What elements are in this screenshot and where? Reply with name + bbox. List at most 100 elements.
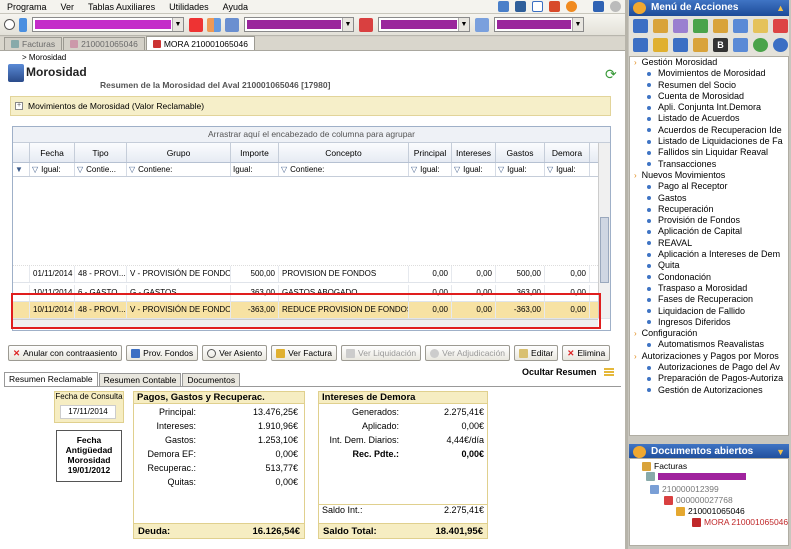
panel-action-item[interactable]: Aplicación a Intereses de Dem — [630, 249, 788, 260]
bold-b-icon[interactable]: B — [713, 38, 728, 52]
chevron-down-icon[interactable]: ▼ — [342, 18, 353, 31]
pencil-icon[interactable] — [653, 38, 668, 52]
expand-icon[interactable]: + — [15, 102, 23, 110]
collapse-icon[interactable] — [604, 368, 614, 376]
panel-section-header[interactable]: › Configuración — [630, 328, 788, 339]
tree-node-mora[interactable]: MORA 210001065046 — [692, 517, 788, 527]
filter-concepto[interactable]: ▽ Contiene: — [279, 163, 409, 176]
alert-icon[interactable] — [549, 1, 560, 12]
tree-node-210001065046[interactable]: 210001065046 — [676, 506, 745, 516]
tree-node-facturas[interactable]: Facturas — [642, 461, 687, 471]
back-icon[interactable] — [593, 1, 604, 12]
home-icon[interactable] — [633, 19, 648, 33]
mail-icon[interactable] — [532, 1, 543, 12]
fecha-consulta-field[interactable]: 17/11/2014 — [60, 405, 116, 419]
panel-action-item[interactable]: Aplicación de Capital — [630, 226, 788, 237]
panel-action-item[interactable]: Apli. Conjunta Int.Demora — [630, 102, 788, 113]
settings-icon[interactable] — [610, 1, 621, 12]
tree-node-000000027768[interactable]: 000000027768 — [664, 495, 733, 505]
ver-factura-button[interactable]: Ver Factura — [271, 345, 338, 361]
menu-programa[interactable]: Programa — [0, 2, 54, 12]
filter-principal[interactable]: ▽ Igual: — [409, 163, 452, 176]
filter-fecha[interactable]: ▽ Igual: — [30, 163, 75, 176]
panel-action-item[interactable]: Condonación — [630, 272, 788, 283]
document-icon[interactable] — [733, 19, 748, 33]
filter-demora[interactable]: ▽ Igual: — [545, 163, 590, 176]
tab-mora[interactable]: MORA 210001065046 — [145, 36, 255, 50]
panel-action-item[interactable]: Provisión de Fondos — [630, 215, 788, 226]
panel-section-header[interactable]: › Nuevos Movimientos — [630, 170, 788, 181]
panel-action-item[interactable]: Fallidos sin Liquidar Reaval — [630, 147, 788, 158]
panel-action-item[interactable]: Recuperación — [630, 204, 788, 215]
menu-utilidades[interactable]: Utilidades — [162, 2, 216, 12]
monitor-icon[interactable] — [733, 38, 748, 52]
filter-gastos[interactable]: ▽ Igual: — [496, 163, 545, 176]
panel-action-item[interactable]: Preparación de Pagos-Autoriza — [630, 373, 788, 384]
collapse-icon[interactable]: ▲ — [776, 0, 785, 16]
ver-liquidacion-button[interactable]: Ver Liquidación — [341, 345, 422, 361]
panel-action-item[interactable]: Acuerdos de Recuperacion Ide — [630, 125, 788, 136]
panel-action-item[interactable]: Autorizaciones de Pago del Av — [630, 362, 788, 373]
prov-fondos-button[interactable]: Prov. Fondos — [126, 345, 199, 361]
grid-icon[interactable] — [498, 1, 509, 12]
panel-action-item[interactable]: Traspaso a Morosidad — [630, 283, 788, 294]
chevron-down-icon[interactable]: ▼ — [458, 18, 469, 31]
palette-icon[interactable] — [207, 17, 221, 32]
search-icon[interactable] — [4, 19, 15, 30]
search-combo[interactable]: ▼ — [32, 17, 184, 32]
notes-icon[interactable] — [475, 17, 489, 32]
panel-action-item[interactable]: REAVAL — [630, 238, 788, 249]
panel-section-header[interactable]: › Autorizaciones y Pagos por Moros — [630, 351, 788, 362]
menu-tablas[interactable]: Tablas Auxiliares — [81, 2, 162, 12]
filter-importe[interactable]: Igual: — [231, 163, 279, 176]
column-importe[interactable]: Importe — [231, 143, 279, 162]
refresh-icon[interactable]: ⟳ — [605, 66, 617, 83]
panel-action-item[interactable]: Cuenta de Morosidad — [630, 91, 788, 102]
panel-action-item[interactable]: Pago al Receptor — [630, 181, 788, 192]
tab-210001065046[interactable]: 210001065046 — [63, 37, 145, 50]
tab-resumen-reclamable[interactable]: Resumen Reclamable — [4, 372, 98, 386]
column-tipo[interactable]: Tipo — [75, 143, 127, 162]
column-fecha[interactable]: Fecha — [30, 143, 75, 162]
filter-tipo[interactable]: ▽ Contie... — [75, 163, 127, 176]
note-icon[interactable] — [753, 19, 768, 33]
print-icon[interactable] — [773, 19, 788, 33]
table-row[interactable]: 01/11/2014 48 - PROVI... V - PROVISIÓN D… — [13, 266, 610, 283]
gavel-icon[interactable] — [673, 38, 688, 52]
menu-ayuda[interactable]: Ayuda — [216, 2, 255, 12]
panel-action-item[interactable]: Resumen del Socio — [630, 80, 788, 91]
panel-action-item[interactable]: Movimientos de Morosidad — [630, 68, 788, 79]
column-principal[interactable]: Principal — [409, 143, 452, 162]
ocultar-resumen-link[interactable]: Ocultar Resumen — [522, 367, 597, 377]
column-intereses[interactable]: Intereses — [452, 143, 496, 162]
filter-intereses[interactable]: ▽ Igual: — [452, 163, 496, 176]
panel-action-item[interactable]: Listado de Acuerdos — [630, 113, 788, 124]
panel-section-header[interactable]: › Gestión Morosidad — [630, 57, 788, 68]
eliminar-button[interactable]: ✕ Elimina — [562, 345, 611, 361]
group-by-area[interactable]: Arrastrar aquí el encabezado de columna … — [13, 127, 610, 143]
anular-button[interactable]: ✕ Anular con contraasiento — [8, 345, 123, 361]
filter-icon[interactable]: ▼ — [13, 163, 30, 176]
tab-documentos[interactable]: Documentos — [182, 373, 241, 386]
chevron-down-icon[interactable]: ▼ — [172, 18, 183, 31]
chart-icon[interactable] — [693, 19, 708, 33]
panel-action-item[interactable]: Transacciones — [630, 159, 788, 170]
filter-grupo[interactable]: ▽ Contiene: — [127, 163, 231, 176]
list-icon[interactable] — [633, 38, 648, 52]
chevron-down-icon[interactable]: ▼ — [572, 18, 583, 31]
editar-button[interactable]: Editar — [514, 345, 559, 361]
clock-icon[interactable] — [566, 1, 577, 12]
panel-action-item[interactable]: Fases de Recuperacion — [630, 294, 788, 305]
ver-asiento-button[interactable]: Ver Asiento — [202, 345, 268, 361]
folder-icon[interactable] — [713, 19, 728, 33]
tree-node-redacted[interactable] — [646, 472, 746, 481]
clear-icon[interactable] — [189, 17, 203, 32]
panel-action-item[interactable]: Automatismos Reavalistas — [630, 339, 788, 350]
panel-action-item[interactable]: Gastos — [630, 193, 788, 204]
file-icon[interactable] — [359, 17, 373, 32]
panel-action-item[interactable]: Ingresos Diferidos — [630, 317, 788, 328]
column-gastos[interactable]: Gastos — [496, 143, 545, 162]
column-grupo[interactable]: Grupo — [127, 143, 231, 162]
globe-icon[interactable] — [773, 38, 788, 52]
panel-action-item[interactable]: Liquidacion de Fallido — [630, 306, 788, 317]
